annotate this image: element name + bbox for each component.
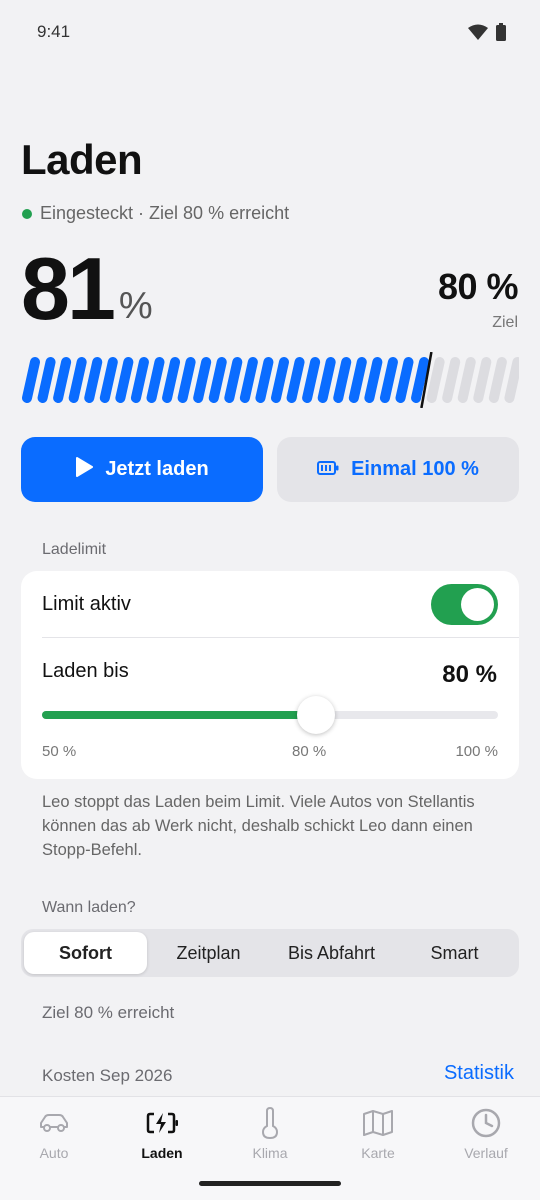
schedule-section-label: Wann laden? bbox=[42, 899, 136, 916]
charge-bar-segment bbox=[473, 357, 492, 403]
car-icon bbox=[0, 1107, 108, 1139]
nav-item-auto[interactable]: Auto bbox=[0, 1107, 108, 1161]
nav-label-karte: Karte bbox=[361, 1145, 395, 1161]
limit-active-label: Limit aktiv bbox=[42, 593, 131, 615]
charge-bar-segment bbox=[379, 357, 398, 403]
target-value: 80 % bbox=[437, 266, 519, 307]
charge-bar-segment bbox=[130, 357, 149, 403]
statistics-link[interactable]: Statistik bbox=[444, 1062, 514, 1085]
charge-bar-segment bbox=[146, 357, 165, 403]
charge-bar-segment bbox=[488, 357, 507, 403]
charge-bar-segment bbox=[115, 357, 134, 403]
charge-until-label: Laden bis bbox=[42, 660, 129, 682]
charging-icon bbox=[108, 1107, 216, 1139]
charge-bar-segment bbox=[162, 357, 181, 403]
charge-bar-segment bbox=[193, 357, 212, 403]
status-time: 9:41 bbox=[37, 22, 71, 41]
charge-bar-segment bbox=[286, 357, 305, 403]
slider-thumb[interactable] bbox=[296, 696, 335, 734]
charge-bar-segment bbox=[53, 357, 72, 403]
charge-level-bar bbox=[22, 352, 519, 408]
charge-bar-segment bbox=[364, 357, 383, 403]
nav-item-klima[interactable]: Klima bbox=[216, 1107, 324, 1161]
charge-bar-segment bbox=[317, 357, 336, 403]
status-dot bbox=[22, 208, 32, 219]
slider-tick-max: 100 % bbox=[455, 743, 498, 760]
charge-bar-segment bbox=[22, 357, 40, 403]
charge-once-full-button[interactable]: Einmal 100 % bbox=[277, 437, 519, 502]
battery-icon bbox=[496, 23, 506, 46]
charge-bar-segment bbox=[239, 357, 258, 403]
segment-zeitplan[interactable]: Zeitplan bbox=[147, 932, 270, 974]
charge-bar-segment bbox=[208, 357, 227, 403]
nav-item-laden[interactable]: Laden bbox=[108, 1107, 216, 1161]
map-icon bbox=[324, 1107, 432, 1139]
charge-bar-segment bbox=[177, 357, 196, 403]
segment-bis-abfahrt[interactable]: Bis Abfahrt bbox=[270, 932, 393, 974]
charging-status-text: Eingesteckt · Ziel 80 % erreicht bbox=[40, 203, 290, 223]
charge-bar-segment bbox=[255, 357, 274, 403]
costs-label: Kosten Sep 2026 bbox=[42, 1066, 173, 1085]
charge-bar-segment bbox=[37, 357, 56, 403]
nav-item-verlauf[interactable]: Verlauf bbox=[432, 1107, 540, 1161]
charge-bar-segment bbox=[302, 357, 321, 403]
schedule-segmented-control: Sofort Zeitplan Bis Abfahrt Smart bbox=[21, 929, 519, 977]
target-label: Ziel bbox=[492, 314, 518, 331]
target-block: 80 % Ziel bbox=[437, 266, 519, 332]
status-bar: 9:41 bbox=[0, 0, 540, 66]
soc-value: 81 bbox=[21, 239, 116, 338]
page-title: Laden bbox=[21, 136, 143, 183]
charge-bar-segment bbox=[442, 357, 461, 403]
charge-now-button[interactable]: Jetzt laden bbox=[21, 437, 263, 502]
nav-label-auto: Auto bbox=[39, 1145, 69, 1161]
schedule-status: Ziel 80 % erreicht bbox=[42, 1003, 175, 1022]
charge-bar-segment bbox=[395, 357, 414, 403]
charge-bar-segment bbox=[348, 357, 367, 403]
home-indicator bbox=[199, 1181, 341, 1186]
charge-bar-segment bbox=[84, 357, 103, 403]
charge-limit-info: Leo stoppt das Laden beim Limit. Viele A… bbox=[42, 793, 475, 859]
slider-tick-mid: 80 % bbox=[292, 743, 327, 760]
card-divider bbox=[42, 637, 519, 638]
charge-once-full-label: Einmal 100 % bbox=[351, 458, 479, 480]
toggle-knob bbox=[461, 588, 494, 621]
charging-status: Eingesteckt · Ziel 80 % erreicht bbox=[22, 203, 289, 224]
charge-limit-section-label: Ladelimit bbox=[42, 541, 107, 558]
soc-unit: % bbox=[118, 285, 153, 327]
thermometer-icon bbox=[216, 1107, 324, 1139]
charge-bar-segment bbox=[411, 357, 430, 403]
charge-bar-segment bbox=[504, 357, 519, 403]
charge-bar-segment bbox=[457, 357, 476, 403]
play-icon bbox=[75, 456, 94, 483]
charge-bar-segment bbox=[426, 357, 445, 403]
segment-smart[interactable]: Smart bbox=[393, 932, 516, 974]
slider-tick-min: 50 % bbox=[42, 743, 77, 760]
charge-bar-segment bbox=[333, 357, 352, 403]
nav-item-karte[interactable]: Karte bbox=[324, 1107, 432, 1161]
nav-label-klima: Klima bbox=[252, 1145, 288, 1161]
state-of-charge: 81 % bbox=[21, 245, 153, 333]
clock-icon bbox=[432, 1107, 540, 1139]
battery-icon bbox=[317, 458, 339, 481]
slider-fill bbox=[42, 711, 316, 719]
charge-until-value: 80 % bbox=[442, 661, 497, 688]
wifi-icon bbox=[468, 24, 488, 45]
nav-label-verlauf: Verlauf bbox=[464, 1145, 508, 1161]
status-icons bbox=[468, 23, 506, 46]
charge-bar-segment bbox=[68, 357, 87, 403]
limit-active-toggle[interactable] bbox=[431, 584, 498, 625]
charge-bar-segment bbox=[271, 357, 289, 403]
charge-bar-segment bbox=[99, 357, 118, 403]
charge-bar-segment bbox=[224, 357, 243, 403]
nav-label-laden: Laden bbox=[141, 1145, 183, 1161]
charge-limit-card: Limit aktiv Laden bis 80 % 50 % 80 % 100… bbox=[21, 571, 519, 779]
charge-now-label: Jetzt laden bbox=[105, 458, 209, 480]
segment-sofort[interactable]: Sofort bbox=[24, 932, 147, 974]
charge-limit-slider[interactable] bbox=[42, 696, 498, 734]
